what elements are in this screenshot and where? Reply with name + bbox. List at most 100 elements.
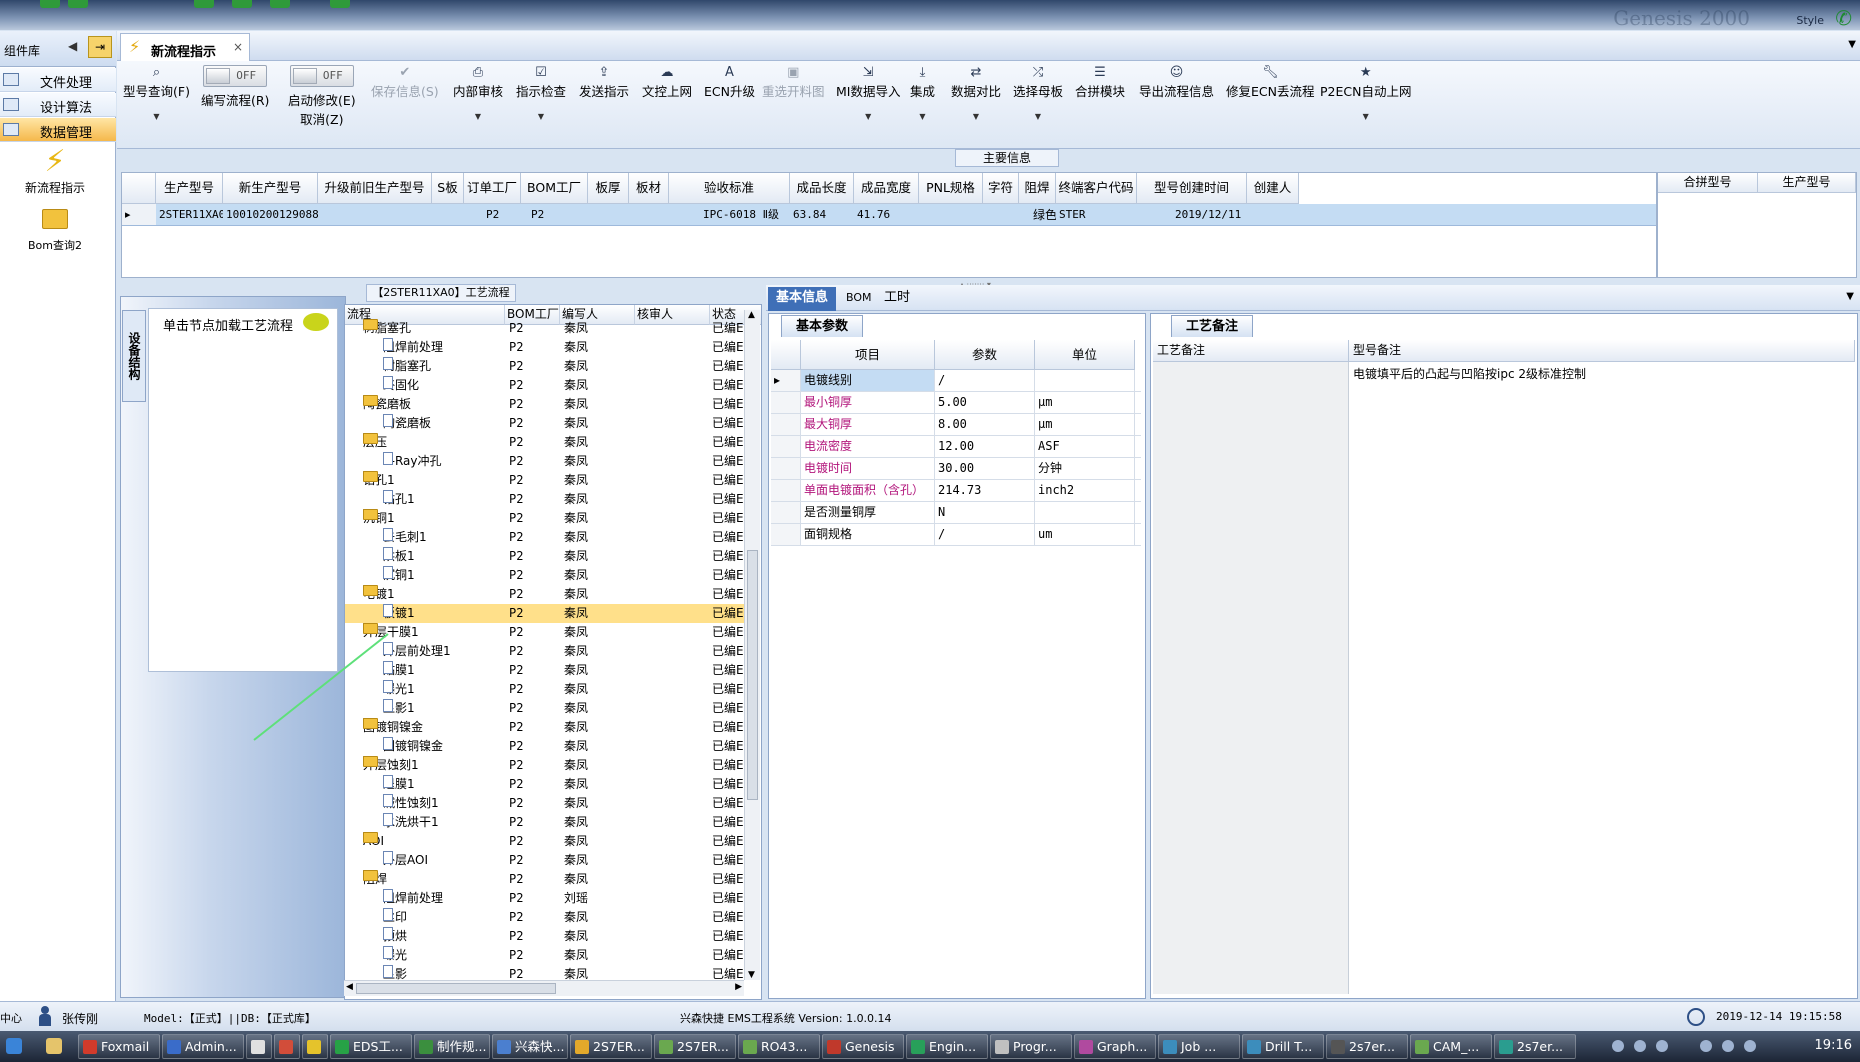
model-query-button[interactable]: ⌕ 型号查询(F) ▼ xyxy=(123,65,190,121)
process-name-cell[interactable]: 丝印 xyxy=(383,908,505,927)
param-value-cell[interactable]: 12.00 xyxy=(935,436,1035,457)
bom-factory-cell[interactable]: P2 xyxy=(509,870,559,889)
writer-cell[interactable]: 刘瑶 xyxy=(564,889,634,908)
process-name-cell[interactable]: −树脂塞孔 xyxy=(363,319,505,338)
writer-cell[interactable]: 秦凤 xyxy=(564,794,634,813)
writer-cell[interactable]: 秦凤 xyxy=(564,471,634,490)
bom-factory-cell[interactable]: P2 xyxy=(509,699,559,718)
writer-cell[interactable]: 秦凤 xyxy=(564,604,634,623)
toolbar-icon[interactable] xyxy=(194,0,214,8)
taskbar-button[interactable]: 兴森快... xyxy=(492,1034,568,1059)
process-name-cell[interactable]: −图镀铜镍金 xyxy=(363,718,505,737)
toggle-switch[interactable]: OFF xyxy=(289,65,354,87)
process-row[interactable]: 曝光 P2 秦凤 已编E xyxy=(345,946,745,965)
param-row[interactable]: 单面电镀面积（含孔） 214.73 inch2 xyxy=(771,480,1141,502)
process-row[interactable]: 陶瓷磨板 P2 秦凤 已编E xyxy=(345,414,745,433)
process-row[interactable]: 去毛刺1 P2 秦凤 已编E xyxy=(345,528,745,547)
tab-new-process-instruction[interactable]: ⚡ 新流程指示 × xyxy=(120,33,250,61)
process-row[interactable]: X-Ray冲孔 P2 秦凤 已编E xyxy=(345,452,745,471)
writer-cell[interactable]: 秦凤 xyxy=(564,509,634,528)
writer-cell[interactable]: 秦凤 xyxy=(564,832,634,851)
select-mother-board-button[interactable]: ⤮ 选择母板 ▼ xyxy=(1013,65,1063,121)
tab-basic-params[interactable]: 基本参数 xyxy=(781,315,864,337)
collapse-left-icon[interactable]: ◀ xyxy=(68,39,77,53)
writer-cell[interactable]: 秦凤 xyxy=(564,642,634,661)
bom-factory-cell[interactable]: P2 xyxy=(509,357,559,376)
param-unit-cell[interactable]: inch2 xyxy=(1035,480,1135,501)
merge-module-button[interactable]: ☰ 合拼模块 xyxy=(1075,65,1125,100)
row-indicator[interactable] xyxy=(771,436,801,457)
row-indicator[interactable] xyxy=(771,480,801,501)
taskbar-button[interactable]: Progr... xyxy=(990,1034,1072,1059)
param-value-cell[interactable]: 30.00 xyxy=(935,458,1035,479)
export-process-info-button[interactable]: ☺ 导出流程信息 xyxy=(1139,65,1214,100)
dropdown-arrow-icon[interactable]: ▼ xyxy=(123,112,190,121)
process-name-cell[interactable]: 钻孔1 xyxy=(383,490,505,509)
equipment-tree[interactable]: 单击节点加载工艺流程 xyxy=(148,308,338,672)
process-row[interactable]: 阻焊前处理 P2 秦凤 已编E xyxy=(345,338,745,357)
bom-factory-cell[interactable]: P2 xyxy=(509,395,559,414)
help-icon[interactable] xyxy=(1634,1040,1646,1052)
process-row[interactable]: −电镀1P2秦凤已编E xyxy=(345,585,745,604)
bom-factory-cell[interactable]: P2 xyxy=(509,509,559,528)
process-name-cell[interactable]: 曝光1 xyxy=(383,680,505,699)
bom-factory-cell[interactable]: P2 xyxy=(509,661,559,680)
fix-ecn-lost-process-button[interactable]: 🔧︎ 修复ECN丢流程 xyxy=(1226,65,1314,100)
param-unit-cell[interactable]: 分钟 xyxy=(1035,458,1135,479)
param-row[interactable]: ▸ 电镀线别 / xyxy=(771,370,1141,392)
taskbar-button[interactable]: Drill T... xyxy=(1242,1034,1324,1059)
row-indicator[interactable] xyxy=(771,414,801,435)
process-name-cell[interactable]: −AOI xyxy=(363,832,505,851)
process-row[interactable]: 钻孔1 P2 秦凤 已编E xyxy=(345,490,745,509)
bom-factory-cell[interactable]: P2 xyxy=(509,547,559,566)
chevron-down-icon[interactable]: ▼ xyxy=(1848,39,1856,50)
writer-cell[interactable]: 秦凤 xyxy=(564,319,634,338)
doc-control-online-button[interactable]: ☁ 文控上网 xyxy=(642,65,692,100)
column-header[interactable]: 成品长度 xyxy=(790,173,854,204)
style-menu[interactable]: Style xyxy=(1796,14,1824,27)
bom-factory-cell[interactable]: P2 xyxy=(509,908,559,927)
process-name-cell[interactable]: 烘板1 xyxy=(383,547,505,566)
table-cell[interactable]: 绿色 xyxy=(1019,204,1056,226)
taskbar-button[interactable] xyxy=(274,1034,300,1059)
table-cell[interactable]: 2019/12/11 xyxy=(1137,204,1247,226)
column-header[interactable]: 阻焊 xyxy=(1019,173,1056,204)
writer-cell[interactable]: 秦凤 xyxy=(564,927,634,946)
column-header[interactable]: 成品宽度 xyxy=(854,173,919,204)
column-header[interactable]: 字符 xyxy=(983,173,1019,204)
table-cell[interactable]: P2 xyxy=(521,204,588,226)
dropdown-arrow-icon[interactable]: ▼ xyxy=(910,112,935,121)
ecn-upgrade-button[interactable]: A ECN升级 xyxy=(704,65,755,100)
explorer-icon[interactable] xyxy=(46,1038,62,1054)
process-row[interactable]: −AOIP2秦凤已编E xyxy=(345,832,745,851)
process-row[interactable]: −外层干膜1P2秦凤已编E xyxy=(345,623,745,642)
process-row[interactable]: 曝光1 P2 秦凤 已编E xyxy=(345,680,745,699)
taskbar-button[interactable]: Foxmail xyxy=(78,1034,160,1059)
edit-process-toggle[interactable]: OFF 编写流程(R) xyxy=(201,65,269,109)
tool-new-process-instruction[interactable]: ⚡ 新流程指示 xyxy=(0,145,110,196)
writer-cell[interactable]: 秦凤 xyxy=(564,395,634,414)
reselect-cutting-drawing-button[interactable]: ▣ 重选开料图 xyxy=(762,65,825,100)
bom-factory-cell[interactable]: P2 xyxy=(509,737,559,756)
dropdown-arrow-icon[interactable]: ▼ xyxy=(1320,112,1411,121)
process-row[interactable]: −图镀铜镍金P2秦凤已编E xyxy=(345,718,745,737)
process-name-cell[interactable]: 树脂塞孔 xyxy=(383,357,505,376)
process-row[interactable]: 贴膜1 P2 秦凤 已编E xyxy=(345,661,745,680)
toolbar-icon[interactable] xyxy=(330,0,350,8)
bom-factory-cell[interactable]: P2 xyxy=(509,642,559,661)
column-header[interactable]: S板 xyxy=(432,173,464,204)
column-header[interactable]: 板材 xyxy=(629,173,669,204)
table-cell[interactable] xyxy=(318,204,432,226)
bom-factory-cell[interactable]: P2 xyxy=(509,414,559,433)
bom-factory-cell[interactable]: P2 xyxy=(509,623,559,642)
writer-cell[interactable]: 秦凤 xyxy=(564,433,634,452)
tab-basic-info[interactable]: 基本信息 xyxy=(768,287,837,311)
param-unit-cell[interactable]: μm xyxy=(1035,392,1135,413)
writer-cell[interactable]: 秦凤 xyxy=(564,452,634,471)
close-tab-icon[interactable]: × xyxy=(233,40,243,54)
writer-cell[interactable]: 秦凤 xyxy=(564,737,634,756)
process-name-cell[interactable]: −电镀1 xyxy=(363,585,505,604)
process-name-cell[interactable]: 水洗烘干1 xyxy=(383,813,505,832)
bom-factory-cell[interactable]: P2 xyxy=(509,585,559,604)
bom-factory-cell[interactable]: P2 xyxy=(509,319,559,338)
